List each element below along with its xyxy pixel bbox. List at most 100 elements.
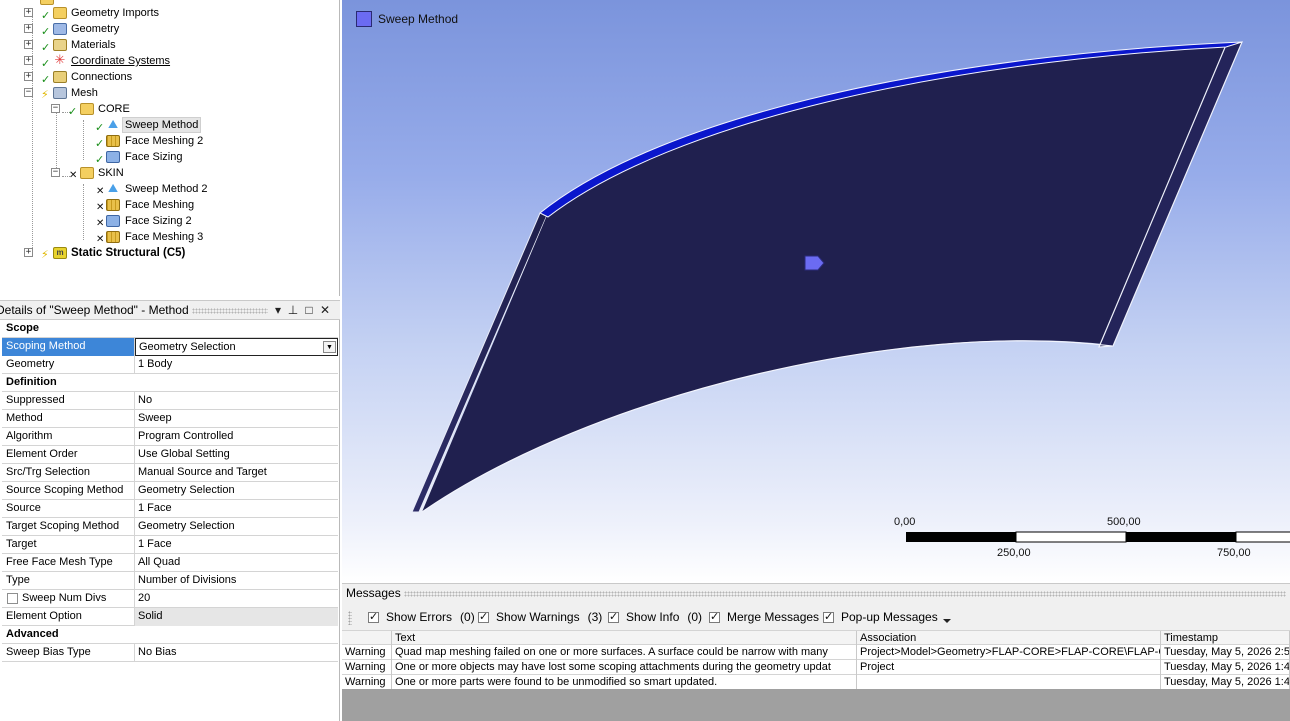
collapse-icon[interactable]: −: [24, 88, 33, 97]
merge-messages-toggle[interactable]: Merge Messages: [709, 610, 819, 624]
popup-messages-toggle[interactable]: Pop-up Messages: [823, 610, 951, 624]
checkbox[interactable]: [608, 610, 619, 623]
checkbox[interactable]: [823, 610, 834, 623]
detail-row-suppressed[interactable]: Suppressed No: [2, 392, 338, 410]
close-button[interactable]: ✕: [317, 302, 333, 318]
detail-value[interactable]: 1 Face: [135, 536, 338, 554]
tree-item-face-meshing-3[interactable]: ✕ Face Meshing 3: [0, 229, 339, 245]
graphics-viewport[interactable]: Sweep Method 0,00 250,00 500,00 750,00: [342, 0, 1290, 583]
tree-item-geometry[interactable]: + ✓ Geometry: [0, 21, 339, 38]
table-row[interactable]: Warning One or more parts were found to …: [342, 675, 1290, 690]
column-header-text[interactable]: Text: [392, 631, 857, 646]
tree-item-face-sizing-2[interactable]: ✕ Face Sizing 2: [0, 213, 339, 229]
tree-item-label: Face Meshing 3: [125, 231, 204, 243]
table-row[interactable]: Warning One or more objects may have los…: [342, 660, 1290, 675]
tree-item-label: Face Meshing: [125, 199, 195, 211]
main-face: [422, 45, 1226, 512]
dropdown-arrow-icon[interactable]: ▼: [323, 341, 336, 353]
detail-row-type[interactable]: Type Number of Divisions: [2, 572, 338, 590]
detail-value[interactable]: 1 Face: [135, 500, 338, 518]
detail-key: Algorithm: [2, 428, 135, 446]
detail-row-source[interactable]: Source 1 Face: [2, 500, 338, 518]
scoping-method-dropdown[interactable]: Geometry Selection ▼: [135, 338, 338, 356]
checkbox[interactable]: [478, 610, 489, 623]
message-text: One or more objects may have lost some s…: [392, 660, 857, 675]
tree-item-face-meshing[interactable]: ✕ Face Meshing: [0, 197, 339, 213]
detail-value[interactable]: Use Global Setting: [135, 446, 338, 464]
detail-value[interactable]: 1 Body: [135, 356, 338, 374]
detail-row-target-scoping-method[interactable]: Target Scoping Method Geometry Selection: [2, 518, 338, 536]
detail-key: Sweep Bias Type: [2, 644, 135, 662]
tree-item-materials[interactable]: + ✓ Materials: [0, 37, 339, 54]
detail-value[interactable]: 20: [135, 590, 338, 608]
tree-item-label: Connections: [71, 71, 133, 83]
detail-value[interactable]: Geometry Selection: [135, 482, 338, 500]
column-header-association[interactable]: Association: [857, 631, 1161, 646]
tree-item-coordinate-systems[interactable]: + ✓ ✳ Coordinate Systems: [0, 53, 339, 70]
expand-icon[interactable]: +: [24, 56, 33, 65]
detail-row-source-scoping-method[interactable]: Source Scoping Method Geometry Selection: [2, 482, 338, 500]
detail-row-sweep-num-divs[interactable]: Sweep Num Divs 20: [2, 590, 338, 608]
expand-icon[interactable]: +: [24, 24, 33, 33]
panel-menu-button[interactable]: ▾: [270, 302, 286, 318]
expand-icon[interactable]: +: [24, 40, 33, 49]
detail-row-sweep-bias-type[interactable]: Sweep Bias Type No Bias: [2, 644, 338, 662]
tree-item-label: Mesh: [71, 87, 98, 99]
tree-item-mesh[interactable]: − ⚡ Mesh: [0, 85, 339, 101]
collapse-icon[interactable]: −: [51, 104, 60, 113]
tree-item-label: Geometry: [71, 23, 120, 35]
checkbox[interactable]: [368, 610, 379, 623]
section-header-advanced[interactable]: Advanced: [2, 626, 338, 644]
tree-item-geometry-imports[interactable]: + ✓ Geometry Imports: [0, 5, 339, 22]
detail-key: Method: [2, 410, 135, 428]
tree-item-face-meshing-2[interactable]: ✓ Face Meshing 2: [0, 133, 339, 150]
section-header-definition[interactable]: Definition: [2, 374, 338, 392]
detail-row-free-face-mesh-type[interactable]: Free Face Mesh Type All Quad: [2, 554, 338, 572]
detail-value[interactable]: Program Controlled: [135, 428, 338, 446]
detail-row-element-order[interactable]: Element Order Use Global Setting: [2, 446, 338, 464]
checkbox[interactable]: [709, 610, 720, 623]
tree-item-core[interactable]: − ✓ CORE: [0, 101, 339, 118]
detail-row-scoping-method[interactable]: Scoping Method Geometry Selection ▼: [2, 338, 338, 356]
detail-row-element-option[interactable]: Element Option Solid: [2, 608, 338, 626]
tree-item-skin[interactable]: − ✕ SKIN: [0, 165, 339, 181]
detail-value[interactable]: All Quad: [135, 554, 338, 572]
chevron-down-icon[interactable]: [942, 619, 951, 623]
face-meshing-icon: [106, 199, 120, 211]
detail-row-method[interactable]: Method Sweep: [2, 410, 338, 428]
show-info-toggle[interactable]: Show Info (0): [608, 610, 702, 624]
expand-icon[interactable]: +: [24, 8, 33, 17]
model-geometry[interactable]: [342, 0, 1290, 583]
toolbar-grip[interactable]: [348, 611, 352, 625]
detail-key: Target Scoping Method: [2, 518, 135, 536]
pin-button[interactable]: ⊥: [285, 302, 301, 318]
detail-row-src-trg-selection[interactable]: Src/Trg Selection Manual Source and Targ…: [2, 464, 338, 482]
tree-item-face-sizing[interactable]: ✓ Face Sizing: [0, 149, 339, 166]
detail-row-target[interactable]: Target 1 Face: [2, 536, 338, 554]
detail-value[interactable]: Sweep: [135, 410, 338, 428]
detail-row-algorithm[interactable]: Algorithm Program Controlled: [2, 428, 338, 446]
detail-row-geometry[interactable]: Geometry 1 Body: [2, 356, 338, 374]
expand-icon[interactable]: +: [24, 248, 33, 257]
messages-title-bar: Messages: [342, 584, 1290, 604]
detail-value[interactable]: No: [135, 392, 338, 410]
section-header-scope[interactable]: Scope: [2, 320, 338, 338]
detail-value[interactable]: Geometry Selection: [135, 518, 338, 536]
column-header-type[interactable]: [342, 631, 392, 646]
detail-value[interactable]: No Bias: [135, 644, 338, 662]
expand-icon[interactable]: +: [24, 72, 33, 81]
column-header-timestamp[interactable]: Timestamp: [1161, 631, 1290, 646]
collapse-icon[interactable]: −: [51, 168, 60, 177]
detail-value[interactable]: Manual Source and Target: [135, 464, 338, 482]
table-row[interactable]: Warning Quad map meshing failed on one o…: [342, 645, 1290, 660]
tree-item-static-structural[interactable]: + ⚡ m Static Structural (C5): [0, 245, 339, 261]
tree-item-sweep-method[interactable]: ✓ ⛰ Sweep Method: [0, 117, 339, 134]
tree-item-sweep-method-2[interactable]: ✕ ⛰ Sweep Method 2: [0, 181, 339, 197]
tree-item-connections[interactable]: + ✓ Connections: [0, 69, 339, 86]
maximize-button[interactable]: □: [301, 302, 317, 318]
scale-label-1: 250,00: [997, 547, 1031, 559]
show-errors-toggle[interactable]: Show Errors (0): [368, 610, 475, 624]
detail-value[interactable]: Number of Divisions: [135, 572, 338, 590]
message-type: Warning: [342, 660, 392, 675]
show-warnings-toggle[interactable]: Show Warnings (3): [478, 610, 602, 624]
